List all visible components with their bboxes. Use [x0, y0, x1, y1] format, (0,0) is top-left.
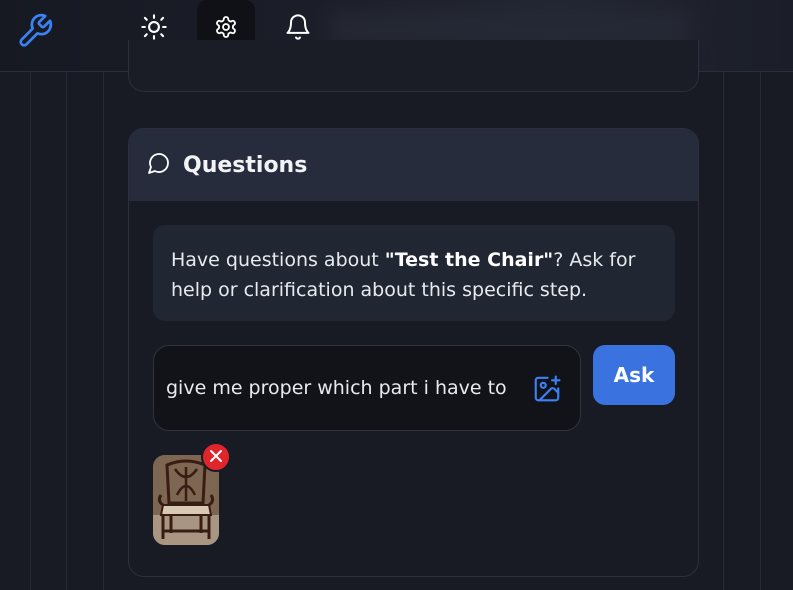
- wrench-icon[interactable]: [16, 12, 54, 50]
- chat-bubble-icon: [147, 151, 171, 179]
- guide-line: [66, 72, 67, 590]
- remove-attachment-button[interactable]: [201, 442, 231, 472]
- image-add-icon[interactable]: [530, 372, 564, 406]
- step-help-text: Have questions about "Test the Chair"? A…: [153, 225, 675, 321]
- previous-card: [128, 40, 699, 92]
- guide-line: [103, 72, 104, 590]
- question-input-wrapper: [153, 345, 581, 431]
- step-name: "Test the Chair": [384, 249, 554, 271]
- guide-line: [30, 72, 31, 590]
- guide-line: [760, 72, 761, 590]
- questions-header: Questions: [129, 129, 698, 201]
- questions-card: Questions Have questions about "Test the…: [128, 128, 699, 577]
- help-text-prefix: Have questions about: [171, 249, 385, 271]
- close-icon: [209, 448, 223, 467]
- ask-button[interactable]: Ask: [593, 345, 675, 405]
- guide-line: [723, 72, 724, 590]
- questions-title: Questions: [183, 152, 308, 178]
- gear-icon: [214, 15, 238, 43]
- question-input[interactable]: [166, 368, 514, 408]
